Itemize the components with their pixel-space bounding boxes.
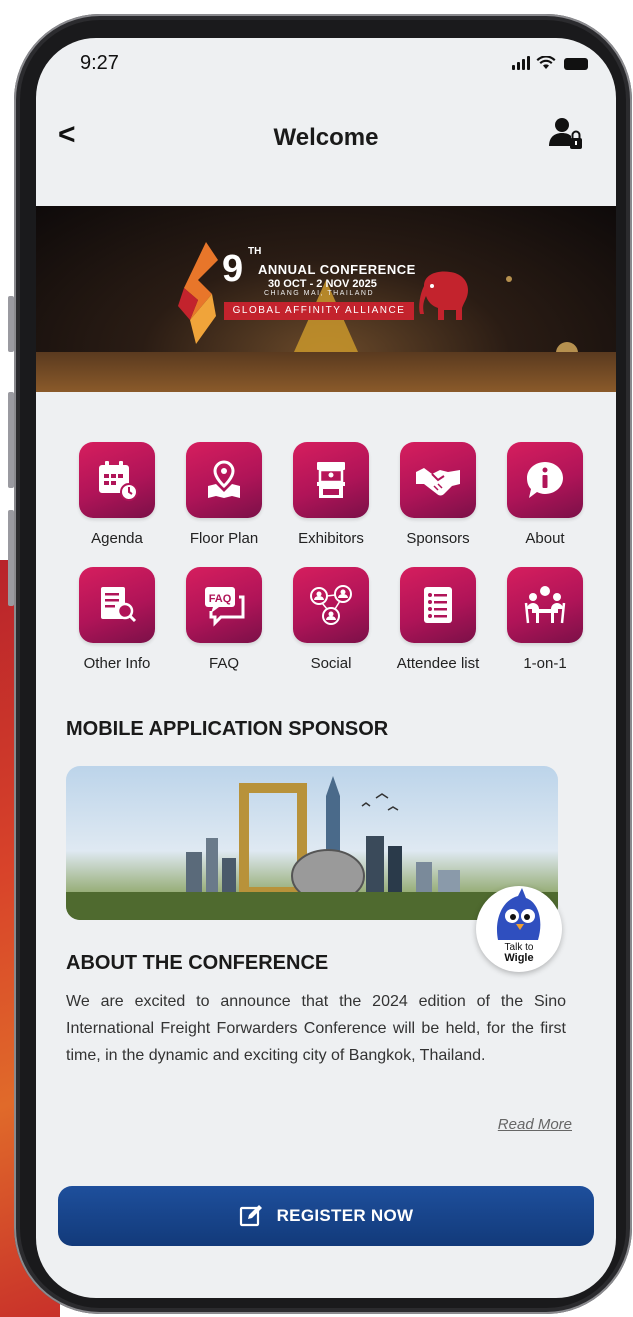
user-lock-icon[interactable] xyxy=(548,116,584,152)
chatbot-button[interactable]: Talk to Wigle xyxy=(476,886,562,972)
menu-tile[interactable] xyxy=(79,567,155,643)
conference-logo-icon xyxy=(178,242,218,344)
menu-item-about[interactable]: About xyxy=(494,442,596,547)
menu-item-label: Floor Plan xyxy=(189,530,259,547)
banner-ground xyxy=(36,352,616,392)
banner-ribbon: GLOBAL AFFINITY ALLIANCE xyxy=(224,302,414,320)
menu-item-label: Sponsors xyxy=(406,530,470,547)
menu-tile[interactable]: FAQ xyxy=(186,567,262,643)
calendar-icon xyxy=(99,461,138,501)
menu-item-attendee-list[interactable]: Attendee list xyxy=(387,567,489,672)
app-screen: 9:27 < Welcome 9 TH ANNUAL CONFERENCE 30… xyxy=(36,38,616,1298)
register-now-label: REGISTER NOW xyxy=(276,1206,414,1225)
elephant-icon xyxy=(419,271,468,320)
sponsor-heading: MOBILE APPLICATION SPONSOR xyxy=(66,718,389,740)
cellular-signal-icon xyxy=(512,56,530,70)
volume-down-button xyxy=(8,510,14,606)
document-search-icon xyxy=(101,587,137,623)
menu-item-agenda[interactable]: Agenda xyxy=(66,442,168,547)
chatbot-label: Talk to Wigle xyxy=(476,942,562,964)
nav-bar: < Welcome xyxy=(36,108,616,168)
menu-item-faq[interactable]: FAQ FAQ xyxy=(173,567,275,672)
list-icon xyxy=(424,587,452,623)
menu-grid: Agenda Floor Plan Exhibitors Sponsors Ab… xyxy=(66,442,596,692)
booth-icon xyxy=(317,462,345,498)
social-network-icon xyxy=(310,585,352,625)
menu-item-label: Social xyxy=(310,655,352,672)
page-title: Welcome xyxy=(273,124,379,151)
banner-location: CHIANG MAI, THAILAND xyxy=(264,290,374,297)
about-heading: ABOUT THE CONFERENCE xyxy=(66,952,329,974)
svg-text:FAQ: FAQ xyxy=(209,593,232,605)
volume-up-button xyxy=(8,392,14,488)
menu-item-label: Other Info xyxy=(83,655,151,672)
meeting-icon xyxy=(524,586,566,624)
menu-tile[interactable] xyxy=(293,442,369,518)
menu-tile[interactable] xyxy=(400,442,476,518)
status-icons xyxy=(512,56,588,70)
status-bar: 9:27 xyxy=(36,38,616,98)
status-time: 9:27 xyxy=(80,52,119,74)
menu-item-floor-plan[interactable]: Floor Plan xyxy=(173,442,275,547)
register-now-button[interactable]: REGISTER NOW xyxy=(58,1186,594,1246)
menu-tile[interactable] xyxy=(507,442,583,518)
menu-item-label: Exhibitors xyxy=(298,530,364,547)
chatbot-label-line2: Wigle xyxy=(504,952,534,964)
mute-switch xyxy=(8,296,14,352)
faq-icon: FAQ xyxy=(205,587,245,627)
menu-row: Other Info FAQ FAQ Social Attendee list … xyxy=(66,567,596,672)
menu-item-other-info[interactable]: Other Info xyxy=(66,567,168,672)
menu-tile[interactable] xyxy=(400,567,476,643)
banner-edition-suffix: TH xyxy=(248,246,262,257)
conference-banner: 9 TH ANNUAL CONFERENCE 30 OCT - 2 NOV 20… xyxy=(36,206,616,392)
wigle-mascot-icon xyxy=(496,888,541,940)
menu-tile[interactable] xyxy=(186,442,262,518)
read-more-link[interactable]: Read More xyxy=(498,1116,572,1133)
map-pin-icon xyxy=(208,460,240,498)
menu-item-social[interactable]: Social xyxy=(280,567,382,672)
banner-title: ANNUAL CONFERENCE xyxy=(258,262,416,277)
about-body: We are excited to announce that the 2024… xyxy=(66,993,566,1064)
menu-item-label: 1-on-1 xyxy=(523,655,567,672)
edit-icon xyxy=(239,1205,262,1227)
menu-item-label: Attendee list xyxy=(396,655,480,672)
menu-item-label: FAQ xyxy=(208,655,239,672)
menu-item-label: Agenda xyxy=(91,530,143,547)
info-icon xyxy=(527,462,563,498)
menu-tile[interactable] xyxy=(79,442,155,518)
light-glow xyxy=(506,276,512,282)
handshake-icon xyxy=(416,468,460,496)
battery-icon xyxy=(564,58,588,70)
menu-tile[interactable] xyxy=(293,567,369,643)
menu-item-label: About xyxy=(525,530,565,547)
menu-item-one-on-one[interactable]: 1-on-1 xyxy=(494,567,596,672)
menu-item-sponsors[interactable]: Sponsors xyxy=(387,442,489,547)
wifi-icon xyxy=(536,56,556,69)
menu-row: Agenda Floor Plan Exhibitors Sponsors Ab… xyxy=(66,442,596,547)
banner-edition-number: 9 xyxy=(222,248,244,290)
banner-dates: 30 OCT - 2 NOV 2025 xyxy=(268,278,377,290)
menu-tile[interactable] xyxy=(507,567,583,643)
menu-item-exhibitors[interactable]: Exhibitors xyxy=(280,442,382,547)
